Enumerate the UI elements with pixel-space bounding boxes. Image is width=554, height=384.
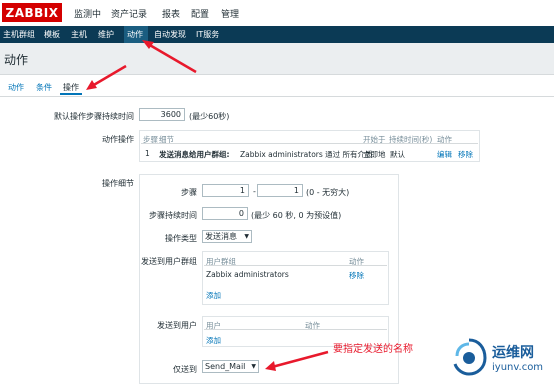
arrow-to-operations-tab xyxy=(91,64,127,88)
arrow-to-media-select xyxy=(271,350,329,369)
watermark-title: 运维网 xyxy=(492,345,534,361)
arrow-to-actions-subnav xyxy=(147,42,197,74)
watermark-url: iyunv.com xyxy=(492,362,544,373)
annotation-text: 要指定发送的名称 xyxy=(333,344,413,355)
annotation-arrows xyxy=(86,40,329,371)
watermark-logo-icon xyxy=(453,338,487,376)
